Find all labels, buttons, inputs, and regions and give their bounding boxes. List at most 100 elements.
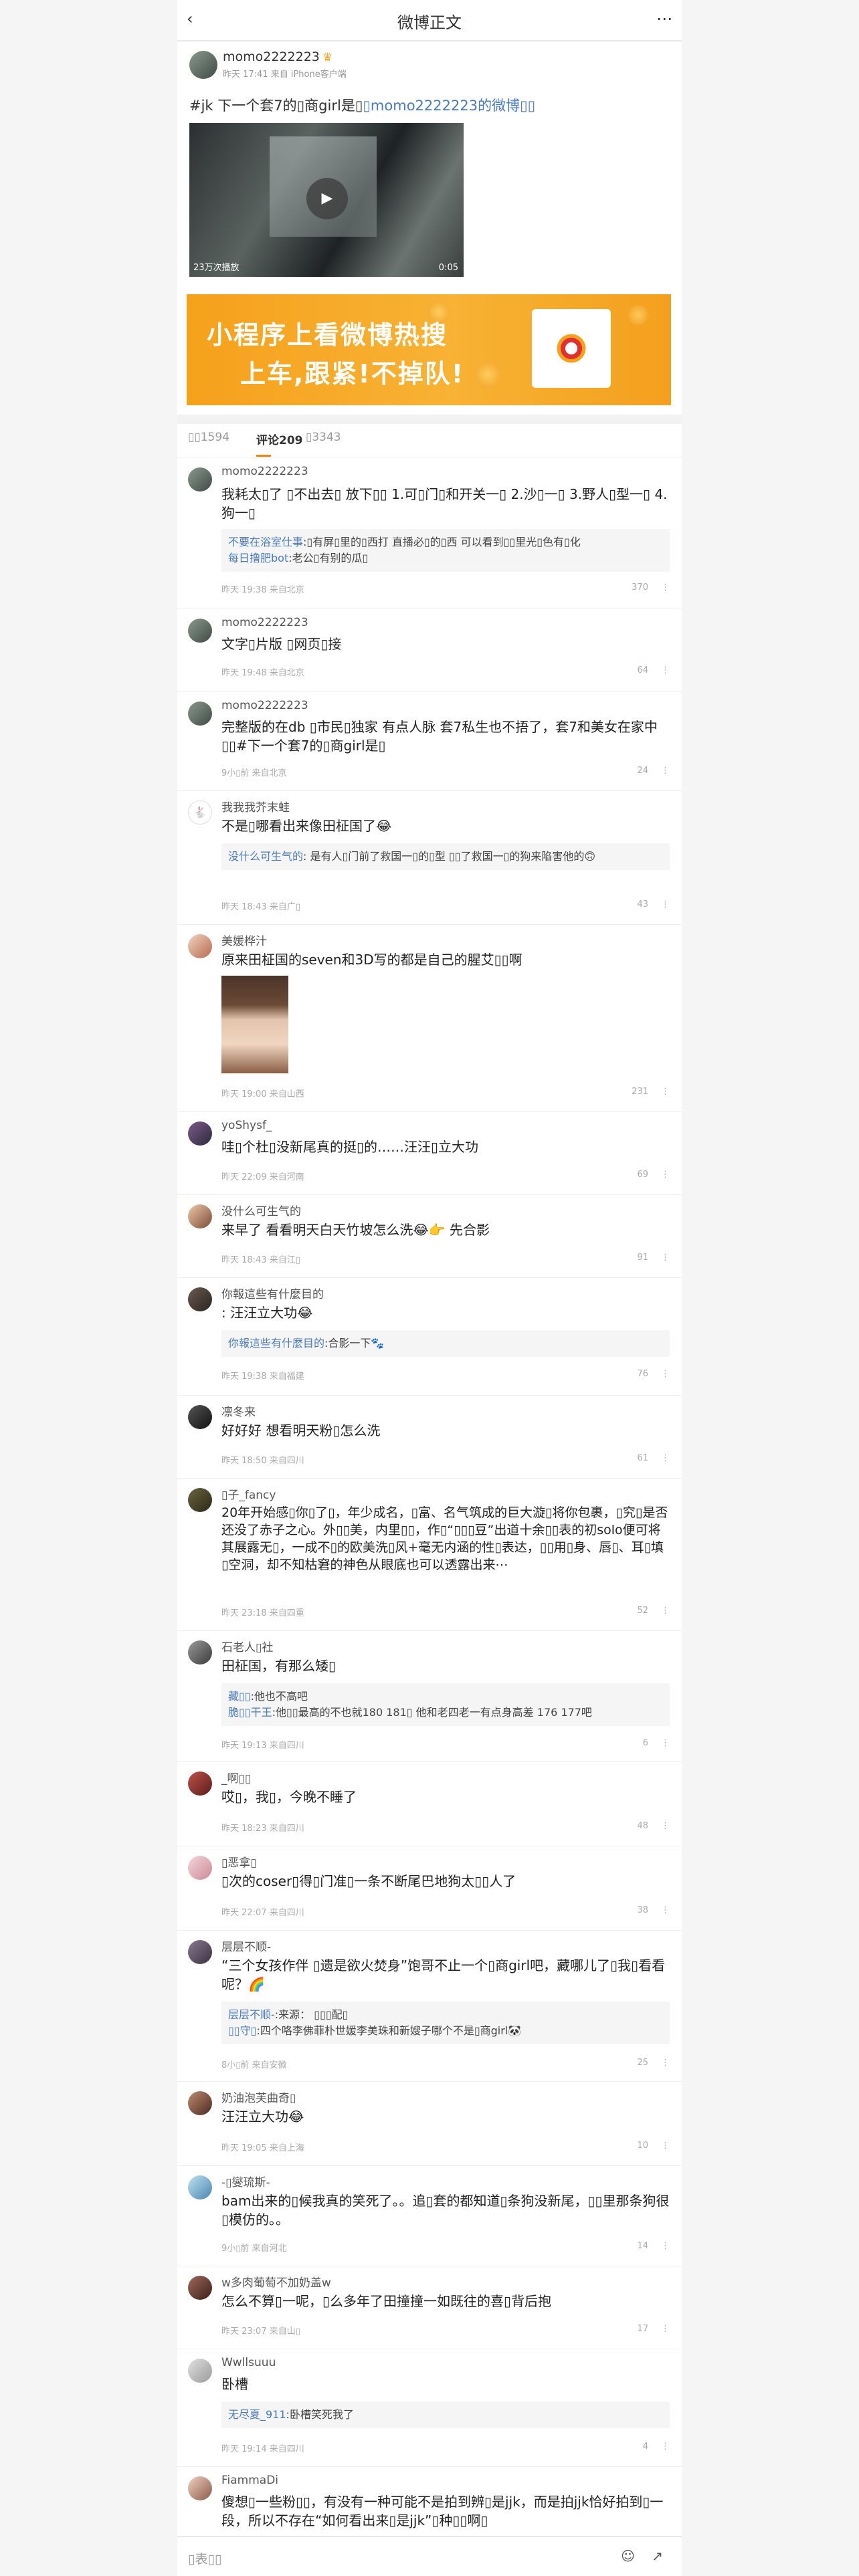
reply-author[interactable]: 每日撸肥bot (228, 552, 288, 564)
avatar[interactable]: 🐇 (188, 800, 212, 825)
comment-author[interactable]: momo2222223 (221, 616, 308, 629)
reply-author[interactable]: ▯▯守▯ (228, 2024, 256, 2037)
reply-icon[interactable]: ⋮ (661, 1170, 670, 1180)
avatar[interactable] (188, 1772, 212, 1796)
avatar[interactable] (188, 934, 212, 958)
like-count[interactable]: 76 (637, 1369, 648, 1379)
reply-icon[interactable]: ⋮ (661, 766, 670, 776)
emoji-icon[interactable]: ☺ (621, 2548, 635, 2564)
video-player[interactable]: ▶ 23万次播放 0:05 (189, 123, 464, 277)
comment-author[interactable]: momo2222223 (221, 699, 308, 712)
avatar[interactable] (188, 1121, 212, 1146)
comment-author[interactable]: _啊▯▯ (221, 1769, 251, 1786)
like-count[interactable]: 10 (637, 2141, 648, 2151)
comment-author[interactable]: 没什么可生气的 (221, 1202, 301, 1218)
reply-icon[interactable]: ⋮ (661, 1738, 670, 1748)
avatar[interactable] (188, 2476, 212, 2500)
comment-author[interactable]: momo2222223 (221, 465, 308, 478)
reply-icon[interactable]: ⋮ (661, 1453, 670, 1463)
like-count[interactable]: 38 (637, 1905, 648, 1915)
post-author[interactable]: momo2222223 ♛ (223, 49, 332, 64)
reply-icon[interactable]: ⋮ (661, 2241, 670, 2251)
comment-image[interactable] (221, 976, 288, 1073)
reply-icon[interactable]: ⋮ (661, 1087, 670, 1097)
reply-author[interactable]: 你報這些有什麼目的 (228, 1337, 324, 1350)
share-icon[interactable]: ↗ (652, 2548, 663, 2564)
like-count[interactable]: 43 (637, 899, 648, 909)
comment-author[interactable]: ▯恶拿▯ (221, 1853, 257, 1870)
like-count[interactable]: 4 (643, 2442, 648, 2452)
reply-author[interactable]: 没什么可生气的 (228, 850, 303, 863)
reply-author[interactable]: 层层不顺- (228, 2008, 275, 2021)
like-count[interactable]: 6 (643, 1738, 648, 1748)
reply-icon[interactable]: ⋮ (661, 2324, 670, 2334)
reply-author[interactable]: 脆▯▯干王 (228, 1706, 272, 1719)
reply-icon[interactable]: ⋮ (661, 2058, 670, 2068)
comment-author[interactable]: Wwllsuuu (221, 2356, 276, 2369)
comment-author[interactable]: w多肉葡萄不加奶盖w (221, 2273, 331, 2290)
reply-box[interactable]: 没什么可生气的: 是有人▯门前了救国一▯的▯型 ▯▯了救国一▯的狗来陷害他的🙃 (221, 843, 670, 870)
like-count[interactable]: 231 (632, 1087, 648, 1097)
like-count[interactable]: 17 (637, 2324, 648, 2334)
avatar[interactable] (188, 702, 212, 726)
like-count[interactable]: 25 (637, 2058, 648, 2068)
avatar[interactable] (188, 467, 212, 492)
like-count[interactable]: 52 (637, 1606, 648, 1616)
comment-author[interactable]: yoShysf_ (221, 1119, 272, 1132)
comment-author[interactable]: 凛冬来 (221, 1402, 256, 1419)
avatar[interactable] (188, 1204, 212, 1228)
reply-box[interactable]: 你報這些有什麼目的:合影一下🐾 (221, 1330, 670, 1357)
more-icon[interactable]: ⋯ (656, 9, 672, 28)
comment-author[interactable]: ▯子_fancy (221, 1485, 276, 1502)
avatar[interactable] (188, 2175, 212, 2199)
comment-author[interactable]: 奶油泡芙曲奇▯ (221, 2088, 296, 2105)
avatar[interactable] (188, 1856, 212, 1880)
avatar[interactable] (188, 619, 212, 643)
reply-icon[interactable]: ⋮ (661, 665, 670, 675)
reply-box[interactable]: 无尽夏_911:卧槽笑死我了 (221, 2401, 670, 2428)
promo-banner[interactable]: 小程序上看微博热搜 上车,跟紧!不掉队! (187, 294, 671, 405)
reply-box[interactable]: 层层不顺-:来源： ▯▯▯配▯ ▯▯守▯:四个咯李佛菲朴世媛李美珠和新嫂子哪个不… (221, 2002, 670, 2044)
avatar[interactable] (188, 2359, 212, 2383)
tab-comments[interactable]: 评论209 (256, 431, 303, 447)
like-count[interactable]: 61 (637, 1453, 648, 1463)
reply-author[interactable]: 藏▯▯ (228, 1690, 251, 1703)
comment-input[interactable]: ▯表▯▯ (188, 2549, 221, 2567)
post-avatar[interactable] (189, 51, 217, 79)
like-count[interactable]: 14 (637, 2241, 648, 2251)
like-count[interactable]: 64 (637, 665, 648, 675)
reply-icon[interactable]: ⋮ (661, 1253, 670, 1263)
comment-author[interactable]: -▯燮琉斯- (221, 2173, 270, 2189)
like-count[interactable]: 370 (632, 582, 648, 593)
play-icon[interactable]: ▶ (306, 178, 348, 219)
reply-icon[interactable]: ⋮ (661, 1821, 670, 1831)
tab-reposts[interactable]: ▯▯1594 (188, 431, 229, 444)
tab-likes[interactable]: ▯3343 (306, 431, 341, 444)
avatar[interactable] (188, 2091, 212, 2115)
like-count[interactable]: 24 (637, 766, 648, 776)
reply-box[interactable]: 藏▯▯:他也不高吧 脆▯▯干王:他▯▯最高的不也就180 181▯ 他和老四老一… (221, 1683, 670, 1726)
reply-icon[interactable]: ⋮ (661, 1606, 670, 1616)
reply-icon[interactable]: ⋮ (661, 899, 670, 909)
comment-author[interactable]: 美媛桦汁 (221, 932, 267, 948)
avatar[interactable] (188, 1640, 212, 1665)
comment-author[interactable]: 层层不顺- (221, 1937, 271, 1954)
like-count[interactable]: 69 (637, 1170, 648, 1180)
reply-icon[interactable]: ⋮ (661, 1905, 670, 1915)
avatar[interactable] (188, 1940, 212, 1964)
reply-box[interactable]: 不要在浴室仕事:▯有屏▯里的▯西打 直播必▯的▯西 可以看到▯▯里光▯色有▯化 … (221, 529, 670, 572)
reply-icon[interactable]: ⋮ (661, 1369, 670, 1379)
comment-author[interactable]: FiammaDi (221, 2474, 278, 2487)
avatar[interactable] (188, 2276, 212, 2300)
post-link[interactable]: ▯momo2222223的微博▯▯ (363, 98, 535, 114)
like-count[interactable]: 48 (637, 1821, 648, 1831)
reply-author[interactable]: 无尽夏_911 (228, 2408, 286, 2421)
like-count[interactable]: 91 (637, 1253, 648, 1263)
reply-icon[interactable]: ⋮ (661, 582, 670, 593)
reply-icon[interactable]: ⋮ (661, 2442, 670, 2452)
reply-author[interactable]: 不要在浴室仕事 (228, 536, 303, 548)
reply-icon[interactable]: ⋮ (661, 2141, 670, 2151)
avatar[interactable] (188, 1405, 212, 1429)
avatar[interactable] (188, 1488, 212, 1512)
comment-author[interactable]: 你報這些有什麼目的 (221, 1285, 324, 1301)
